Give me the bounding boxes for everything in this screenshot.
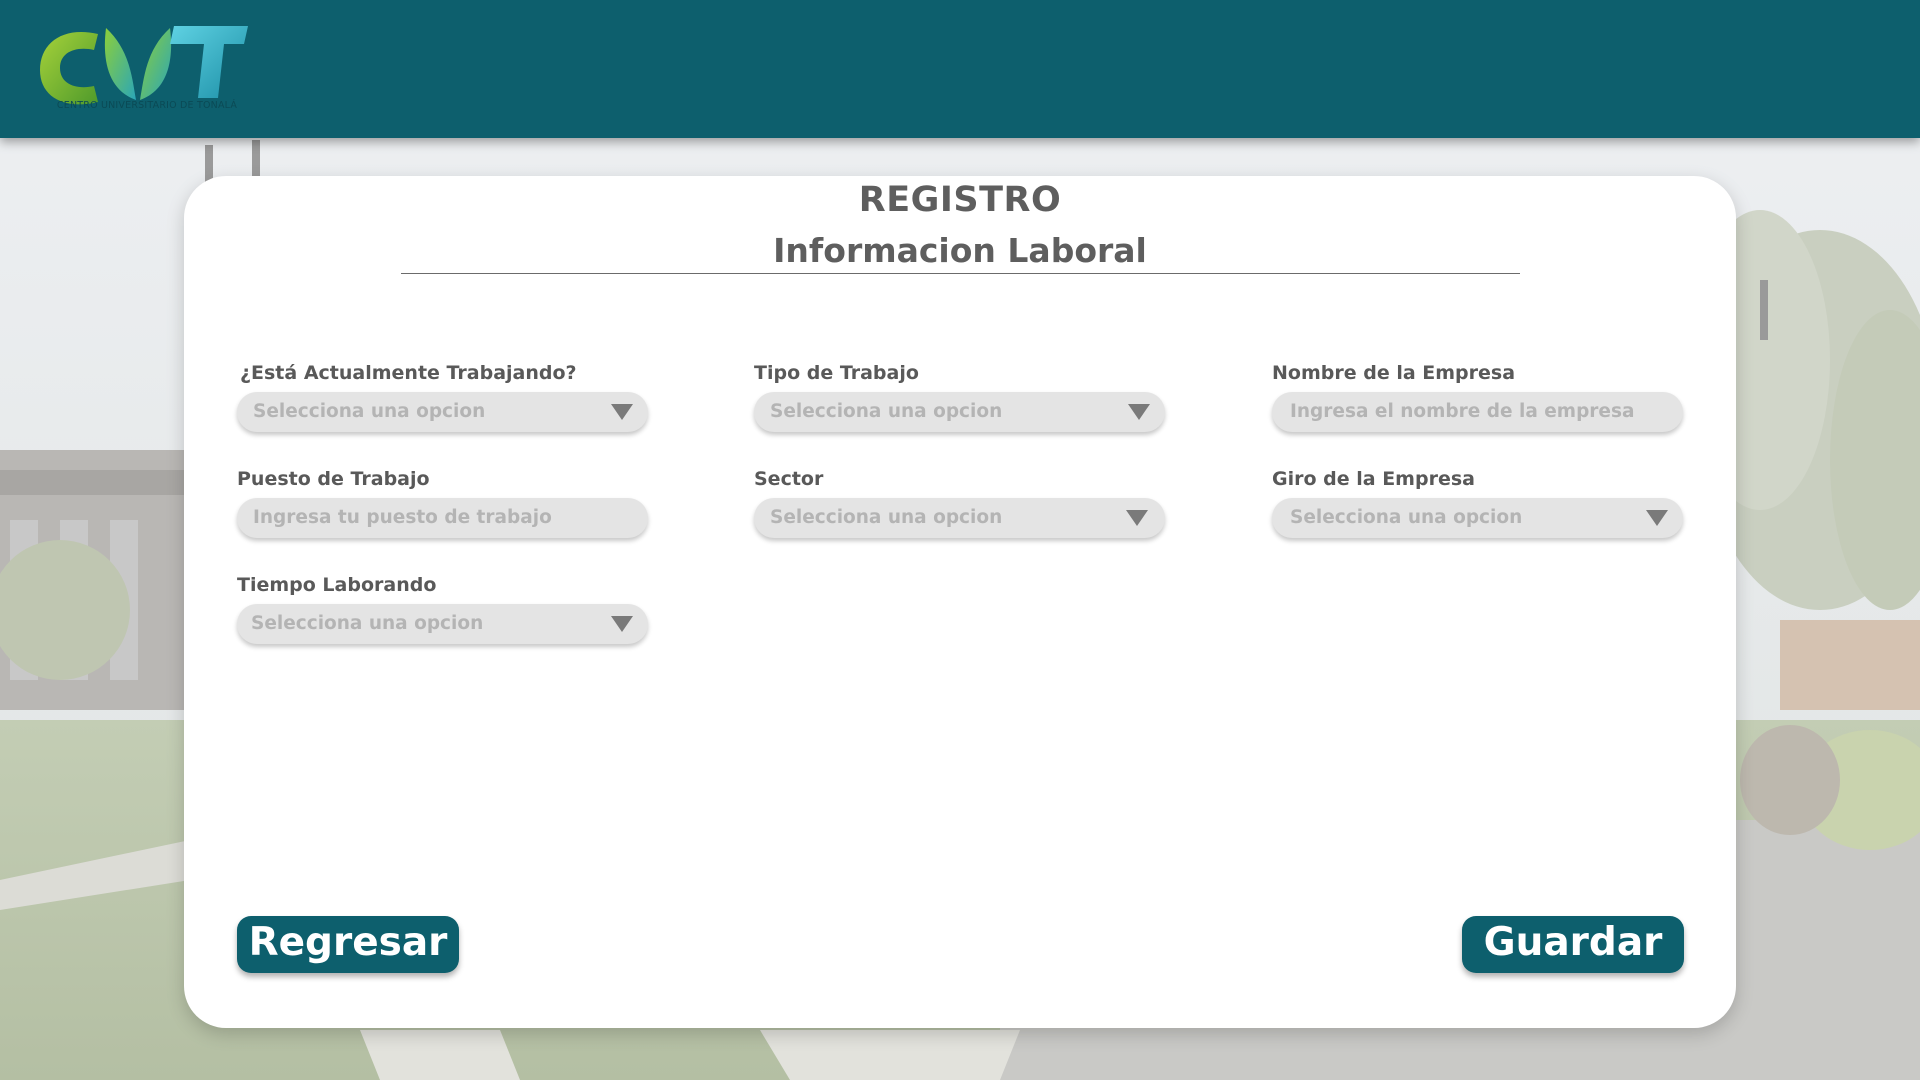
job-position-label: Puesto de Trabajo [237,468,430,490]
caret-down-icon [611,404,633,420]
company-line-label: Giro de la Empresa [1272,468,1475,490]
time-working-select[interactable]: Selecciona una opcion [237,604,648,644]
sector-select[interactable]: Selecciona una opcion [754,498,1165,538]
caret-down-icon [611,616,633,632]
job-type-select[interactable]: Selecciona una opcion [754,392,1165,432]
caret-down-icon [1126,510,1148,526]
save-button[interactable]: Guardar [1462,916,1684,973]
registration-card: REGISTRO Informacion Laboral ¿Está Actua… [184,176,1736,1028]
company-name-input[interactable]: Ingresa el nombre de la empresa [1272,392,1683,432]
company-name-placeholder: Ingresa el nombre de la empresa [1290,401,1635,422]
section-subtitle: Informacion Laboral [773,231,1147,270]
working-status-placeholder: Selecciona una opcion [253,401,486,422]
job-type-label: Tipo de Trabajo [754,362,919,384]
top-header-bar: CENTRO UNIVERSITARIO DE TONALÁ [0,0,1920,138]
caret-down-icon [1128,404,1150,420]
back-button[interactable]: Regresar [237,916,459,973]
working-status-select[interactable]: Selecciona una opcion [237,392,648,432]
job-position-input[interactable]: Ingresa tu puesto de trabajo [237,498,648,538]
working-status-label: ¿Está Actualmente Trabajando? [240,362,577,384]
time-working-label: Tiempo Laborando [237,574,437,596]
sector-label: Sector [754,468,824,490]
company-name-label: Nombre de la Empresa [1272,362,1516,384]
time-working-placeholder: Selecciona una opcion [251,613,484,634]
company-line-select[interactable]: Selecciona una opcion [1272,498,1683,538]
title-divider [401,273,1520,274]
sector-placeholder: Selecciona una opcion [770,507,1003,528]
caret-down-icon [1646,510,1668,526]
company-line-placeholder: Selecciona una opcion [1290,507,1523,528]
job-position-placeholder: Ingresa tu puesto de trabajo [253,507,552,528]
page-title: REGISTRO [858,180,1062,220]
job-type-placeholder: Selecciona una opcion [770,401,1003,422]
logo-caption: CENTRO UNIVERSITARIO DE TONALÁ [56,100,238,111]
